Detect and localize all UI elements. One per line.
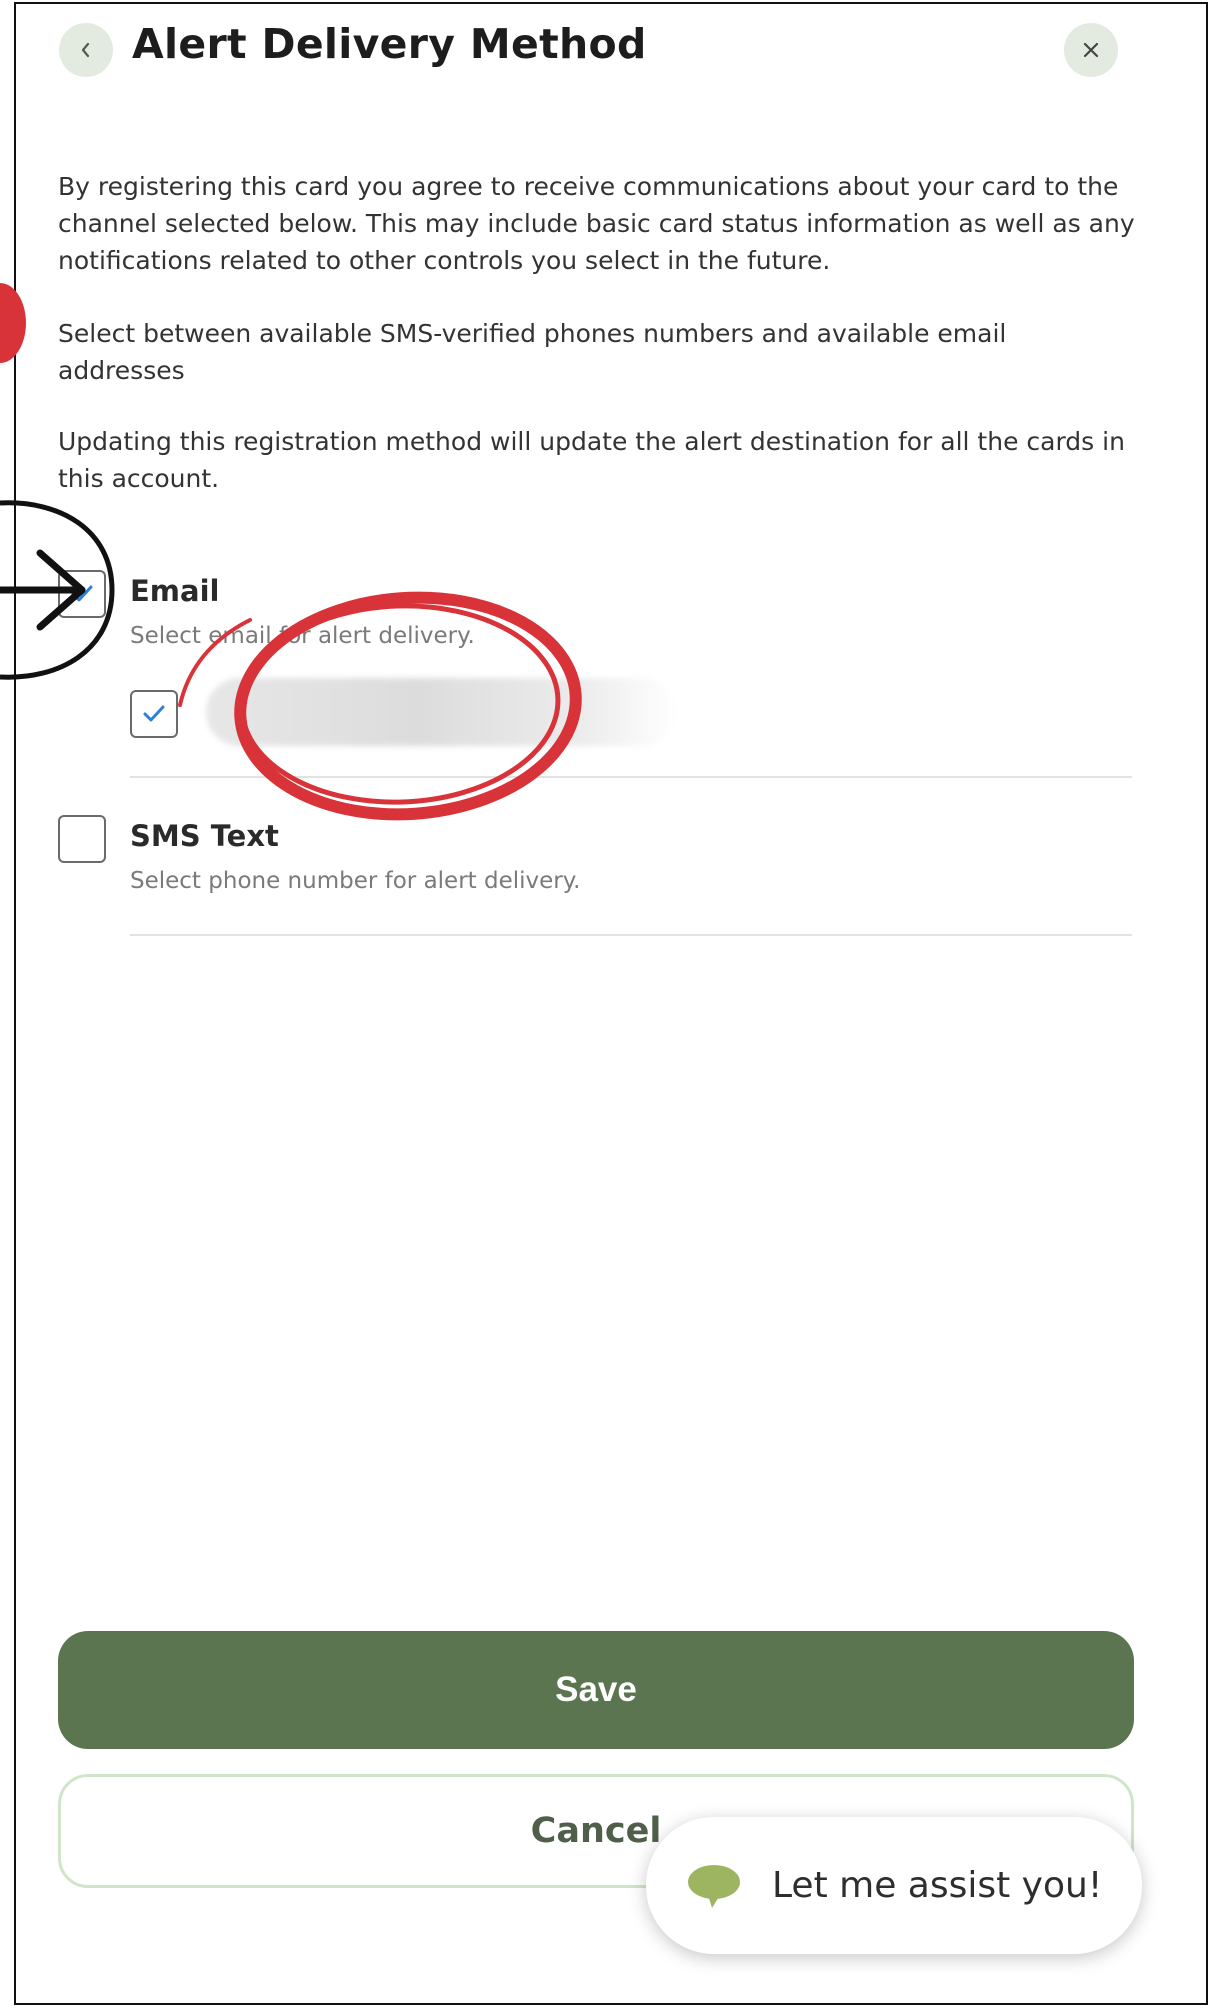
email-option-label: Email xyxy=(130,574,220,608)
assistant-label: Let me assist you! xyxy=(772,1865,1103,1906)
close-icon xyxy=(1083,42,1099,58)
divider xyxy=(130,776,1132,778)
email-option-description: Select email for alert delivery. xyxy=(130,623,475,649)
sms-option-description: Select phone number for alert delivery. xyxy=(130,868,581,894)
chevron-left-icon xyxy=(81,42,90,58)
email-address-checkbox[interactable] xyxy=(130,690,178,738)
back-button[interactable] xyxy=(59,23,113,77)
page-title: Alert Delivery Method xyxy=(132,20,647,68)
consent-paragraph: By registering this card you agree to re… xyxy=(58,172,1135,275)
sms-checkbox[interactable] xyxy=(58,815,106,863)
email-checkbox[interactable] xyxy=(58,570,106,618)
alert-delivery-panel: Alert Delivery Method By registering thi… xyxy=(14,2,1208,2005)
update-paragraph: Updating this registration method will u… xyxy=(58,427,1125,493)
selection-paragraph: Select between available SMS-verified ph… xyxy=(58,319,1007,385)
checkmark-icon xyxy=(143,705,165,722)
assistant-chat-button[interactable]: Let me assist you! xyxy=(646,1817,1142,1954)
redacted-email-address xyxy=(206,678,676,746)
sms-option-label: SMS Text xyxy=(130,819,279,853)
checkmark-icon xyxy=(71,585,93,602)
divider xyxy=(130,934,1132,936)
close-button[interactable] xyxy=(1064,23,1118,77)
save-button[interactable]: Save xyxy=(58,1631,1134,1749)
chat-bubble-icon xyxy=(688,1864,740,1908)
